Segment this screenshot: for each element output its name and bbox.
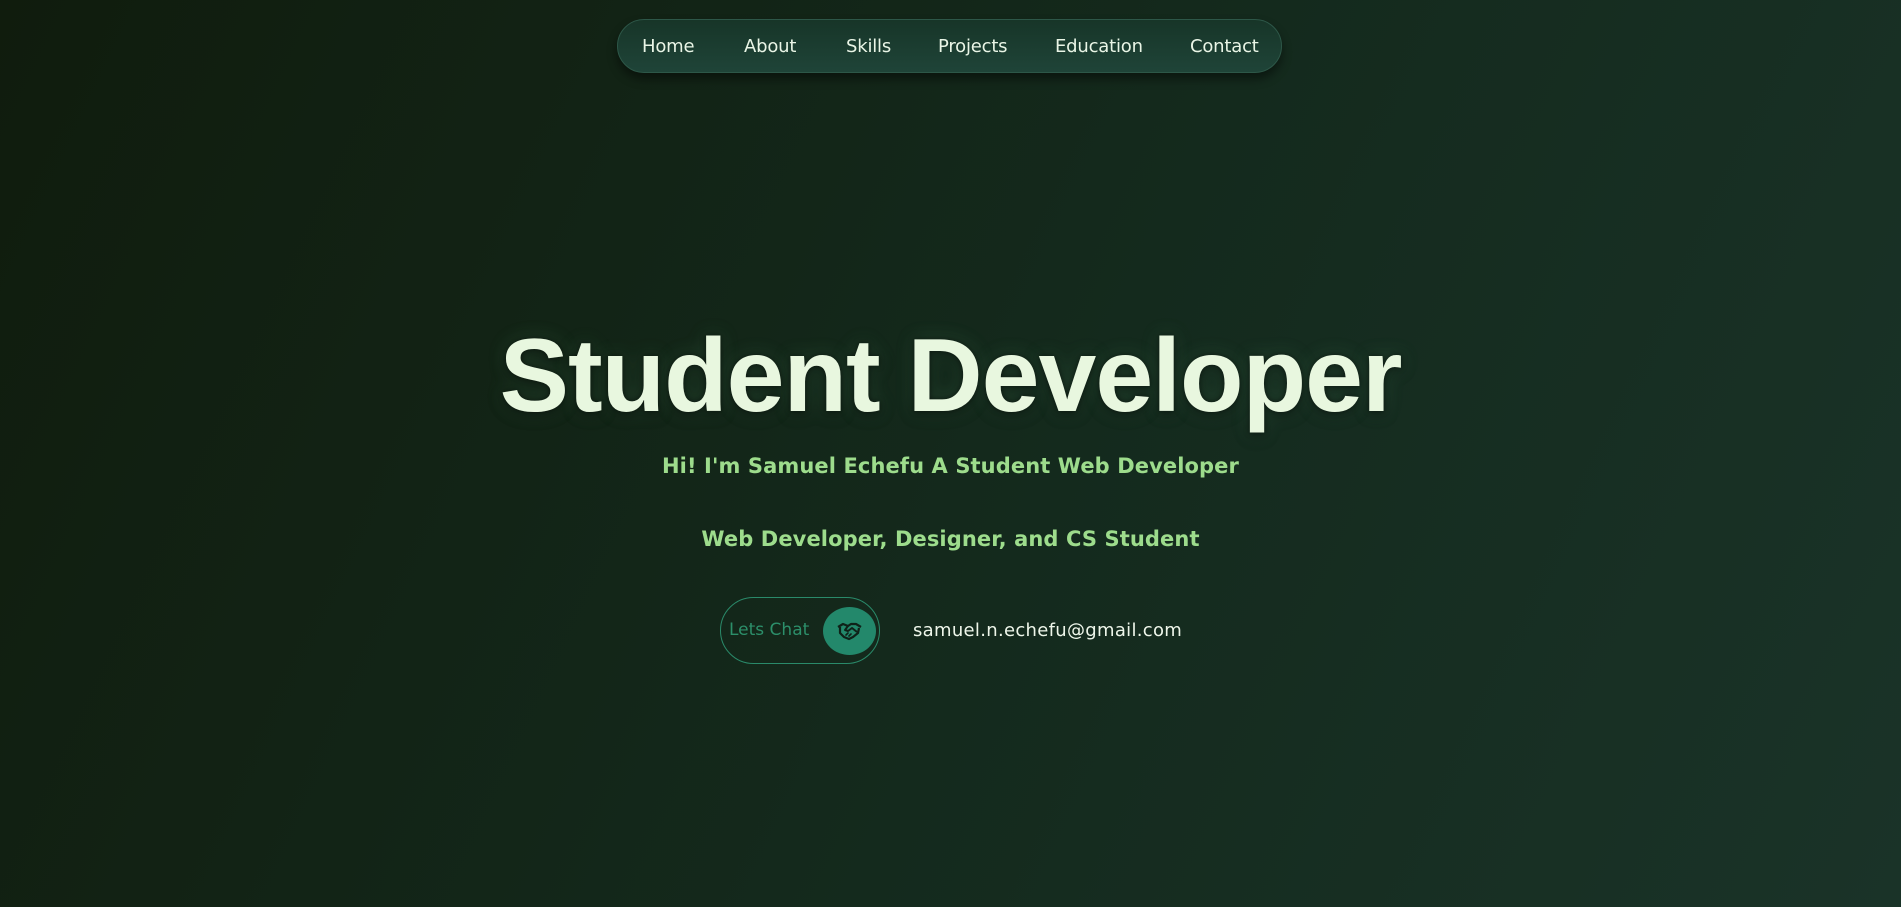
hero-intro: Hi! I'm Samuel Echefu A Student Web Deve… [662, 454, 1239, 478]
handshake-icon [823, 607, 876, 655]
nav-link-home[interactable]: Home [642, 20, 695, 74]
lets-chat-label: Lets Chat [729, 620, 810, 640]
lets-chat-button[interactable]: Lets Chat [720, 597, 880, 664]
handshake-icon-glyph [837, 622, 862, 641]
nav-link-education[interactable]: Education [1055, 20, 1143, 74]
nav-link-contact[interactable]: Contact [1190, 20, 1259, 74]
nav-link-projects[interactable]: Projects [938, 20, 1008, 74]
nav-link-about[interactable]: About [744, 20, 796, 74]
hero-title: Student Developer [499, 318, 1403, 434]
hero-roles: Web Developer, Designer, and CS Student [701, 527, 1200, 551]
top-nav: Home About Skills Projects Education Con… [617, 19, 1282, 73]
email-link[interactable]: samuel.n.echefu@gmail.com [913, 617, 1182, 645]
page: { "nav": { "items": [ {"label": "Home"},… [0, 0, 1901, 907]
nav-link-skills[interactable]: Skills [846, 20, 891, 74]
